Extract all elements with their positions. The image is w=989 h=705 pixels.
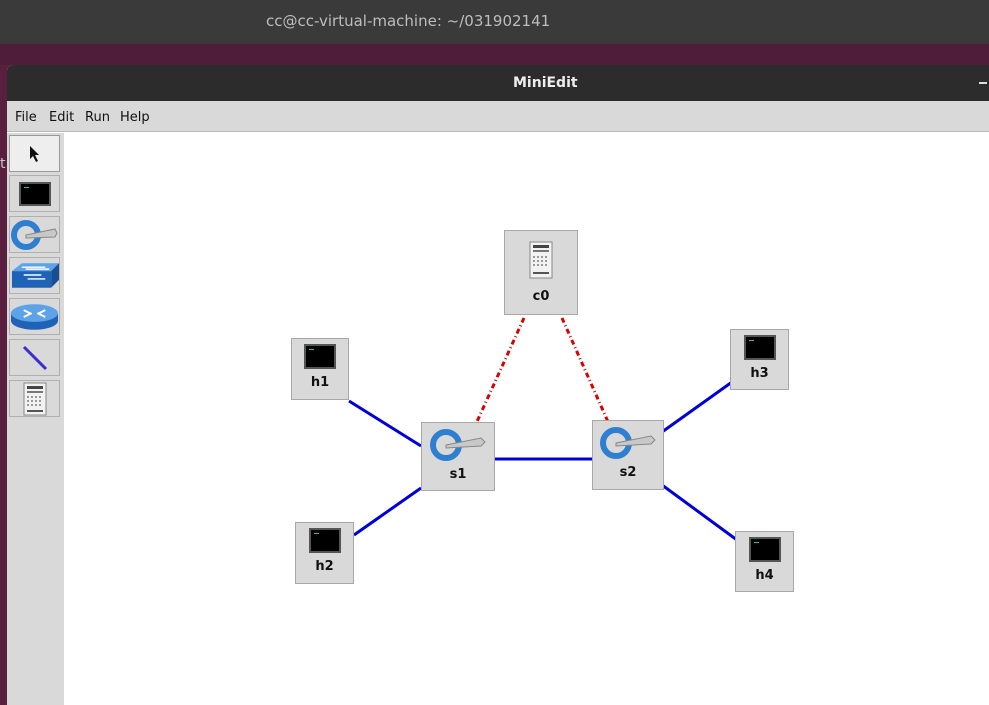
openflow-switch-icon bbox=[10, 219, 58, 250]
window-titlebar[interactable]: MiniEdit bbox=[7, 65, 989, 101]
node-s1[interactable]: s1 bbox=[421, 422, 495, 491]
openflow-switch-icon bbox=[600, 427, 656, 459]
openflow-switch-icon bbox=[430, 429, 486, 461]
menu-edit[interactable]: Edit bbox=[49, 110, 74, 125]
server-icon bbox=[529, 241, 553, 279]
link-line-icon bbox=[22, 345, 47, 370]
node-label: h3 bbox=[750, 366, 769, 381]
switch-tool-button[interactable] bbox=[9, 216, 60, 253]
menubar: File Edit Run Help bbox=[7, 101, 989, 132]
arrow-cursor-icon bbox=[29, 145, 39, 162]
menu-run[interactable]: Run bbox=[85, 110, 110, 125]
terminal-window-title: cc@cc-virtual-machine: ~/031902141 bbox=[266, 12, 551, 30]
desktop-background: t bbox=[0, 44, 989, 172]
router-icon bbox=[10, 303, 59, 330]
controller-tool-button[interactable] bbox=[9, 380, 60, 417]
terminal-icon bbox=[743, 335, 776, 360]
node-h1[interactable]: h1 bbox=[291, 338, 349, 400]
links-layer bbox=[348, 317, 738, 542]
server-icon bbox=[23, 382, 46, 415]
select-tool-button[interactable] bbox=[9, 135, 60, 172]
node-h4[interactable]: h4 bbox=[735, 531, 794, 592]
minimize-icon[interactable] bbox=[979, 82, 987, 84]
link-tool-button[interactable] bbox=[9, 339, 60, 376]
link-h1-s1[interactable] bbox=[348, 399, 422, 448]
legacy-switch-tool-button[interactable] bbox=[9, 257, 60, 294]
node-label: h2 bbox=[315, 559, 334, 574]
node-label: c0 bbox=[532, 289, 550, 304]
node-label: s1 bbox=[449, 467, 467, 482]
router-tool-button[interactable] bbox=[9, 298, 60, 335]
link-s2-h4[interactable] bbox=[661, 483, 738, 542]
node-c0[interactable]: c0 bbox=[504, 230, 578, 315]
link-c0-s2[interactable] bbox=[560, 317, 611, 425]
node-label: h1 bbox=[310, 375, 330, 390]
window-title: MiniEdit bbox=[513, 75, 578, 91]
menu-file[interactable]: File bbox=[15, 110, 37, 125]
tool-palette bbox=[7, 133, 65, 705]
miniedit-window: MiniEdit File Edit Run Help c0 h1 h2 h3 … bbox=[7, 65, 989, 705]
link-c0-s1[interactable] bbox=[473, 317, 526, 427]
terminal-icon bbox=[748, 537, 781, 562]
terminal-icon bbox=[304, 344, 336, 369]
node-h2[interactable]: h2 bbox=[295, 522, 354, 584]
menu-help[interactable]: Help bbox=[120, 110, 150, 125]
node-label: h4 bbox=[755, 568, 774, 583]
link-h2-s1[interactable] bbox=[353, 486, 422, 537]
terminal-icon bbox=[308, 528, 341, 553]
node-s2[interactable]: s2 bbox=[592, 420, 664, 490]
terminal-icon bbox=[18, 181, 51, 206]
background-text-fragment: t bbox=[0, 156, 6, 172]
legacy-switch-icon bbox=[11, 262, 59, 288]
topology-canvas[interactable]: c0 h1 h2 h3 h4 s1 s2 bbox=[64, 133, 989, 705]
node-label: s2 bbox=[619, 465, 637, 480]
desktop-top-bar: cc@cc-virtual-machine: ~/031902141 bbox=[0, 0, 989, 44]
node-h3[interactable]: h3 bbox=[730, 329, 789, 390]
link-s2-h3[interactable] bbox=[661, 380, 733, 434]
host-tool-button[interactable] bbox=[9, 175, 60, 212]
